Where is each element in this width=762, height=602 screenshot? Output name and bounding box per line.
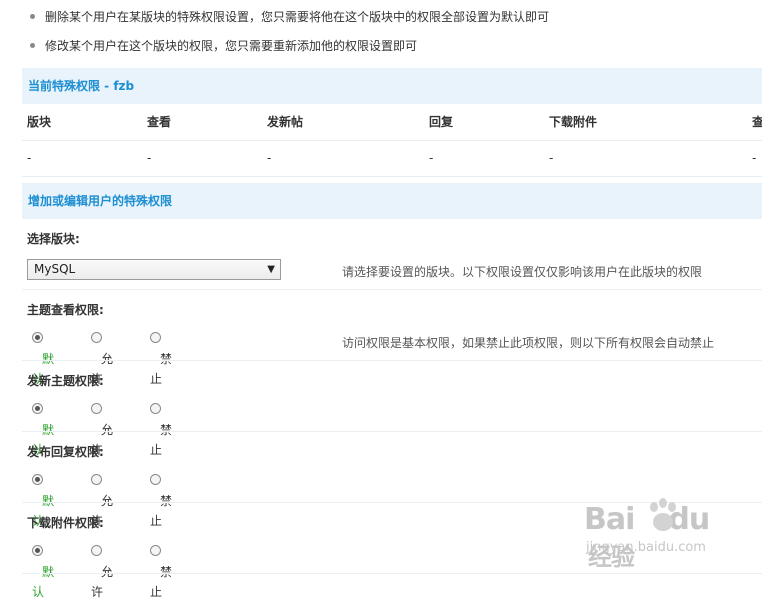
option-deny[interactable]: 禁止 (150, 470, 172, 528)
option-allow[interactable]: 允许 (91, 399, 113, 457)
option-default[interactable]: 默认 (32, 470, 54, 528)
radio-icon[interactable] (91, 545, 102, 556)
option-deny[interactable]: 禁止 (150, 541, 172, 599)
table-cell: - (429, 151, 434, 165)
tip-text: 修改某个用户在这个版块的权限，您只需要重新添加他的权限设置即可 (45, 39, 418, 53)
forum-select[interactable]: MySQL ▼ (27, 259, 281, 280)
option-label: 禁止 (150, 422, 173, 458)
table-cell: - (267, 151, 272, 165)
option-allow[interactable]: 允许 (91, 541, 113, 599)
new-thread-permission-label: 发新主题权限: (27, 374, 104, 388)
option-deny[interactable]: 禁止 (150, 399, 172, 457)
table-cell: - (147, 151, 152, 165)
baidu-jingyan-watermark: Bai du经验 jingyan.baidu.com (584, 494, 734, 571)
option-default[interactable]: 默认 (32, 399, 54, 457)
tip-item: 修改某个用户在这个版块的权限，您只需要重新添加他的权限设置即可 (30, 35, 417, 57)
radio-icon[interactable] (150, 474, 161, 485)
radio-icon[interactable] (150, 545, 161, 556)
radio-icon[interactable] (150, 332, 161, 343)
download-permission-label: 下载附件权限: (27, 516, 104, 530)
radio-icon[interactable] (91, 474, 102, 485)
tip-text: 删除某个用户在某版块的特殊权限设置，您只需要将他在这个版块中的权限全部设置为默认… (45, 10, 550, 24)
option-label: 默认 (32, 564, 55, 600)
radio-icon[interactable] (91, 332, 102, 343)
option-default[interactable]: 默认 (32, 541, 54, 599)
reply-permission-label: 发布回复权限: (27, 445, 104, 459)
tip-item: 删除某个用户在某版块的特殊权限设置，您只需要将他在这个版块中的权限全部设置为默认… (30, 6, 549, 28)
radio-selected-icon[interactable] (32, 403, 43, 414)
radio-selected-icon[interactable] (32, 474, 43, 485)
divider (22, 431, 762, 432)
column-header: 版块 (27, 115, 52, 129)
edit-permissions-header: 增加或编辑用户的特殊权限 (22, 183, 762, 219)
option-default[interactable]: 默认 (32, 328, 54, 386)
column-header: 回复 (429, 115, 454, 129)
forum-select-label: 选择版块: (27, 232, 80, 246)
radio-selected-icon[interactable] (32, 545, 43, 556)
dropdown-arrow-icon: ▼ (267, 264, 275, 275)
divider (22, 573, 762, 574)
current-permissions-header: 当前特殊权限 - fzb (22, 68, 762, 104)
table-cell: - (752, 151, 757, 165)
watermark-url: jingyan.baidu.com (586, 540, 706, 555)
option-label: 禁止 (150, 493, 173, 529)
table-row: - - - - - - (22, 140, 762, 177)
option-allow[interactable]: 允许 (91, 328, 113, 386)
column-header: 下载附件 (549, 115, 598, 129)
radio-icon[interactable] (150, 403, 161, 414)
option-deny[interactable]: 禁止 (150, 328, 172, 386)
option-label: 禁止 (150, 351, 173, 387)
table-cell: - (549, 151, 554, 165)
option-allow[interactable]: 允许 (91, 470, 113, 528)
divider (22, 289, 762, 290)
permissions-table-header: 版块 查看 发新帖 回复 下载附件 查 (22, 104, 762, 141)
radio-icon[interactable] (91, 403, 102, 414)
column-header: 查 (752, 115, 762, 129)
option-label: 禁止 (150, 564, 173, 600)
bullet-icon (30, 43, 35, 48)
view-permission-hint: 访问权限是基本权限，如果禁止此项权限，则以下所有权限会自动禁止 (342, 336, 715, 350)
forum-select-value: MySQL (34, 262, 76, 276)
forum-hint: 请选择要设置的版块。以下权限设置仅仅影响该用户在此版块的权限 (342, 265, 703, 279)
table-cell: - (27, 151, 32, 165)
paw-icon (650, 498, 676, 531)
view-permission-label: 主题查看权限: (27, 303, 104, 317)
column-header: 发新帖 (267, 115, 304, 129)
column-header: 查看 (147, 115, 172, 129)
bullet-icon (30, 14, 35, 19)
divider (22, 360, 762, 361)
radio-selected-icon[interactable] (32, 332, 43, 343)
option-label: 允许 (91, 564, 114, 600)
